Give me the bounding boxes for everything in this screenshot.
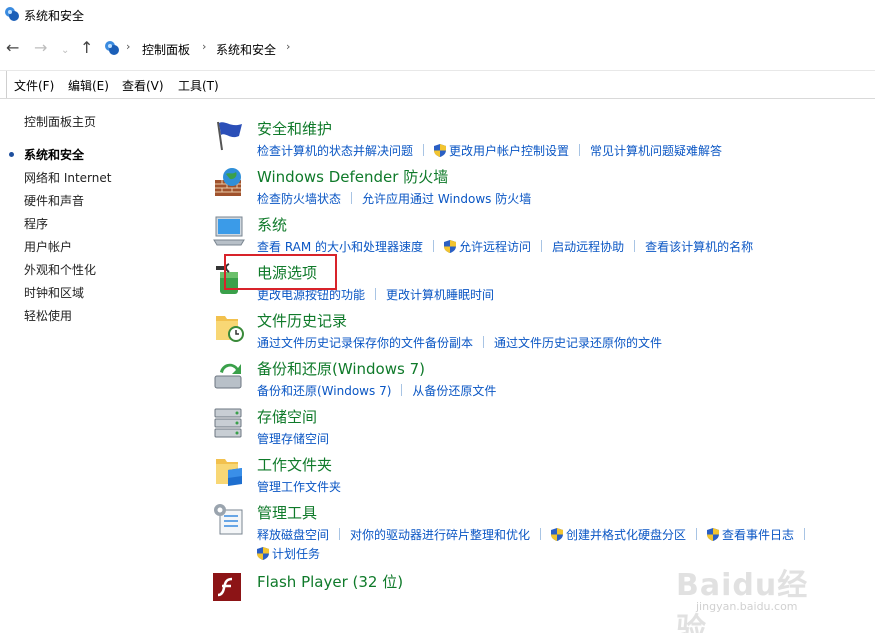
sidebar-item-system-security: 系统和安全 (24, 148, 85, 162)
link-disk-cleanup[interactable]: 释放磁盘空间 (257, 526, 329, 543)
firewall-icon (215, 168, 241, 196)
uac-shield-icon (257, 547, 269, 560)
menu-bar: 文件(F) 编辑(E) 查看(V) 工具(T) (0, 70, 875, 99)
title-bar: 系统和安全 (0, 0, 875, 30)
watermark-brand: Baidu经验 (676, 568, 809, 633)
current-bullet-icon (9, 152, 14, 157)
menu-rule (0, 98, 875, 99)
link-task-scheduler[interactable]: 计划任务 (272, 545, 320, 562)
back-arrow-icon[interactable]: ← (6, 39, 19, 57)
uac-shield-icon (551, 528, 564, 541)
flag-icon (217, 121, 242, 151)
category-title[interactable]: Flash Player (32 位) (257, 571, 403, 592)
link-allow-app[interactable]: 允许应用通过 Windows 防火墙 (362, 190, 531, 207)
breadcrumb-separator-icon[interactable]: › (126, 40, 130, 53)
file-history-icon (216, 316, 244, 342)
link-sleep-time[interactable]: 更改计算机睡眠时间 (386, 286, 494, 303)
uac-shield-icon (444, 240, 457, 253)
link-remote-assistance[interactable]: 启动远程协助 (552, 238, 624, 255)
storage-icon (214, 408, 242, 438)
sidebar-item-clock-region[interactable]: 时钟和区域 (24, 284, 84, 301)
link-remote-access[interactable]: 允许远程访问 (459, 238, 531, 255)
address-bar: ← → ⌄ ↑ › 控制面板 › 系统和安全 › (0, 34, 875, 64)
sidebar-home[interactable]: 控制面板主页 (24, 113, 96, 130)
sidebar-item-user-accounts[interactable]: 用户帐户 (24, 238, 72, 255)
breadcrumb-separator-icon[interactable]: › (202, 40, 206, 53)
category-title[interactable]: 备份和还原(Windows 7) (257, 358, 425, 379)
menu-edit[interactable]: 编辑(E) (68, 77, 109, 94)
control-panel-icon (5, 7, 19, 21)
category-title[interactable]: 安全和维护 (257, 118, 332, 139)
up-arrow-icon[interactable]: ↑ (80, 39, 93, 57)
backup-icon (214, 363, 242, 389)
breadcrumb-separator-icon[interactable]: › (286, 40, 290, 53)
breadcrumb-system-security[interactable]: 系统和安全 (216, 41, 276, 58)
category-title[interactable]: 文件历史记录 (257, 310, 347, 331)
breadcrumb-control-panel[interactable]: 控制面板 (142, 41, 190, 58)
uac-shield-icon (707, 528, 720, 541)
flash-icon (213, 573, 241, 601)
link-manage-storage[interactable]: 管理存储空间 (257, 430, 329, 447)
link-backup-copy[interactable]: 通过文件历史记录保存你的文件备份副本 (257, 334, 473, 351)
link-partition[interactable]: 创建并格式化硬盘分区 (566, 526, 686, 543)
link-check-status[interactable]: 检查计算机的状态并解决问题 (257, 142, 413, 159)
watermark: Baidu经验 jingyan.baidu.com (676, 560, 836, 633)
link-ram-cpu[interactable]: 查看 RAM 的大小和处理器速度 (257, 238, 423, 255)
recent-dropdown-icon[interactable]: ⌄ (61, 42, 69, 60)
link-uac-settings[interactable]: 更改用户帐户控制设置 (449, 142, 569, 159)
menu-tools[interactable]: 工具(T) (178, 77, 219, 94)
link-backup-restore[interactable]: 备份和还原(Windows 7) (257, 382, 391, 399)
window-title: 系统和安全 (24, 9, 85, 23)
menu-divider (6, 71, 7, 98)
admin-tools-icon (214, 504, 243, 535)
link-manage-work-folders[interactable]: 管理工作文件夹 (257, 478, 341, 495)
watermark-url: jingyan.baidu.com (696, 600, 798, 613)
control-panel-icon (105, 41, 119, 55)
menu-view[interactable]: 查看(V) (122, 77, 164, 94)
category-title[interactable]: 工作文件夹 (257, 454, 332, 475)
sidebar-item-programs[interactable]: 程序 (24, 215, 48, 232)
highlight-box (224, 254, 337, 290)
sidebar-item-network[interactable]: 网络和 Internet (24, 169, 111, 186)
uac-shield-icon (434, 144, 447, 157)
sidebar-item-hardware[interactable]: 硬件和声音 (24, 192, 84, 209)
category-title[interactable]: 系统 (257, 214, 287, 235)
sidebar-item-appearance[interactable]: 外观和个性化 (24, 261, 96, 278)
link-restore-from-backup[interactable]: 从备份还原文件 (412, 382, 496, 399)
category-title[interactable]: 存储空间 (257, 406, 317, 427)
menu-file[interactable]: 文件(F) (14, 77, 54, 94)
link-restore-files[interactable]: 通过文件历史记录还原你的文件 (494, 334, 662, 351)
link-event-log[interactable]: 查看事件日志 (722, 526, 794, 543)
category-title[interactable]: Windows Defender 防火墙 (257, 166, 448, 187)
link-defrag[interactable]: 对你的驱动器进行碎片整理和优化 (350, 526, 530, 543)
sidebar-item-ease-of-access[interactable]: 轻松使用 (24, 307, 72, 324)
category-title[interactable]: 管理工具 (257, 502, 317, 523)
link-computer-name[interactable]: 查看该计算机的名称 (645, 238, 753, 255)
forward-arrow-icon[interactable]: → (34, 39, 47, 57)
link-firewall-status[interactable]: 检查防火墙状态 (257, 190, 341, 207)
link-troubleshoot[interactable]: 常见计算机问题疑难解答 (590, 142, 722, 159)
computer-icon (213, 216, 245, 246)
work-folder-icon (216, 459, 242, 486)
